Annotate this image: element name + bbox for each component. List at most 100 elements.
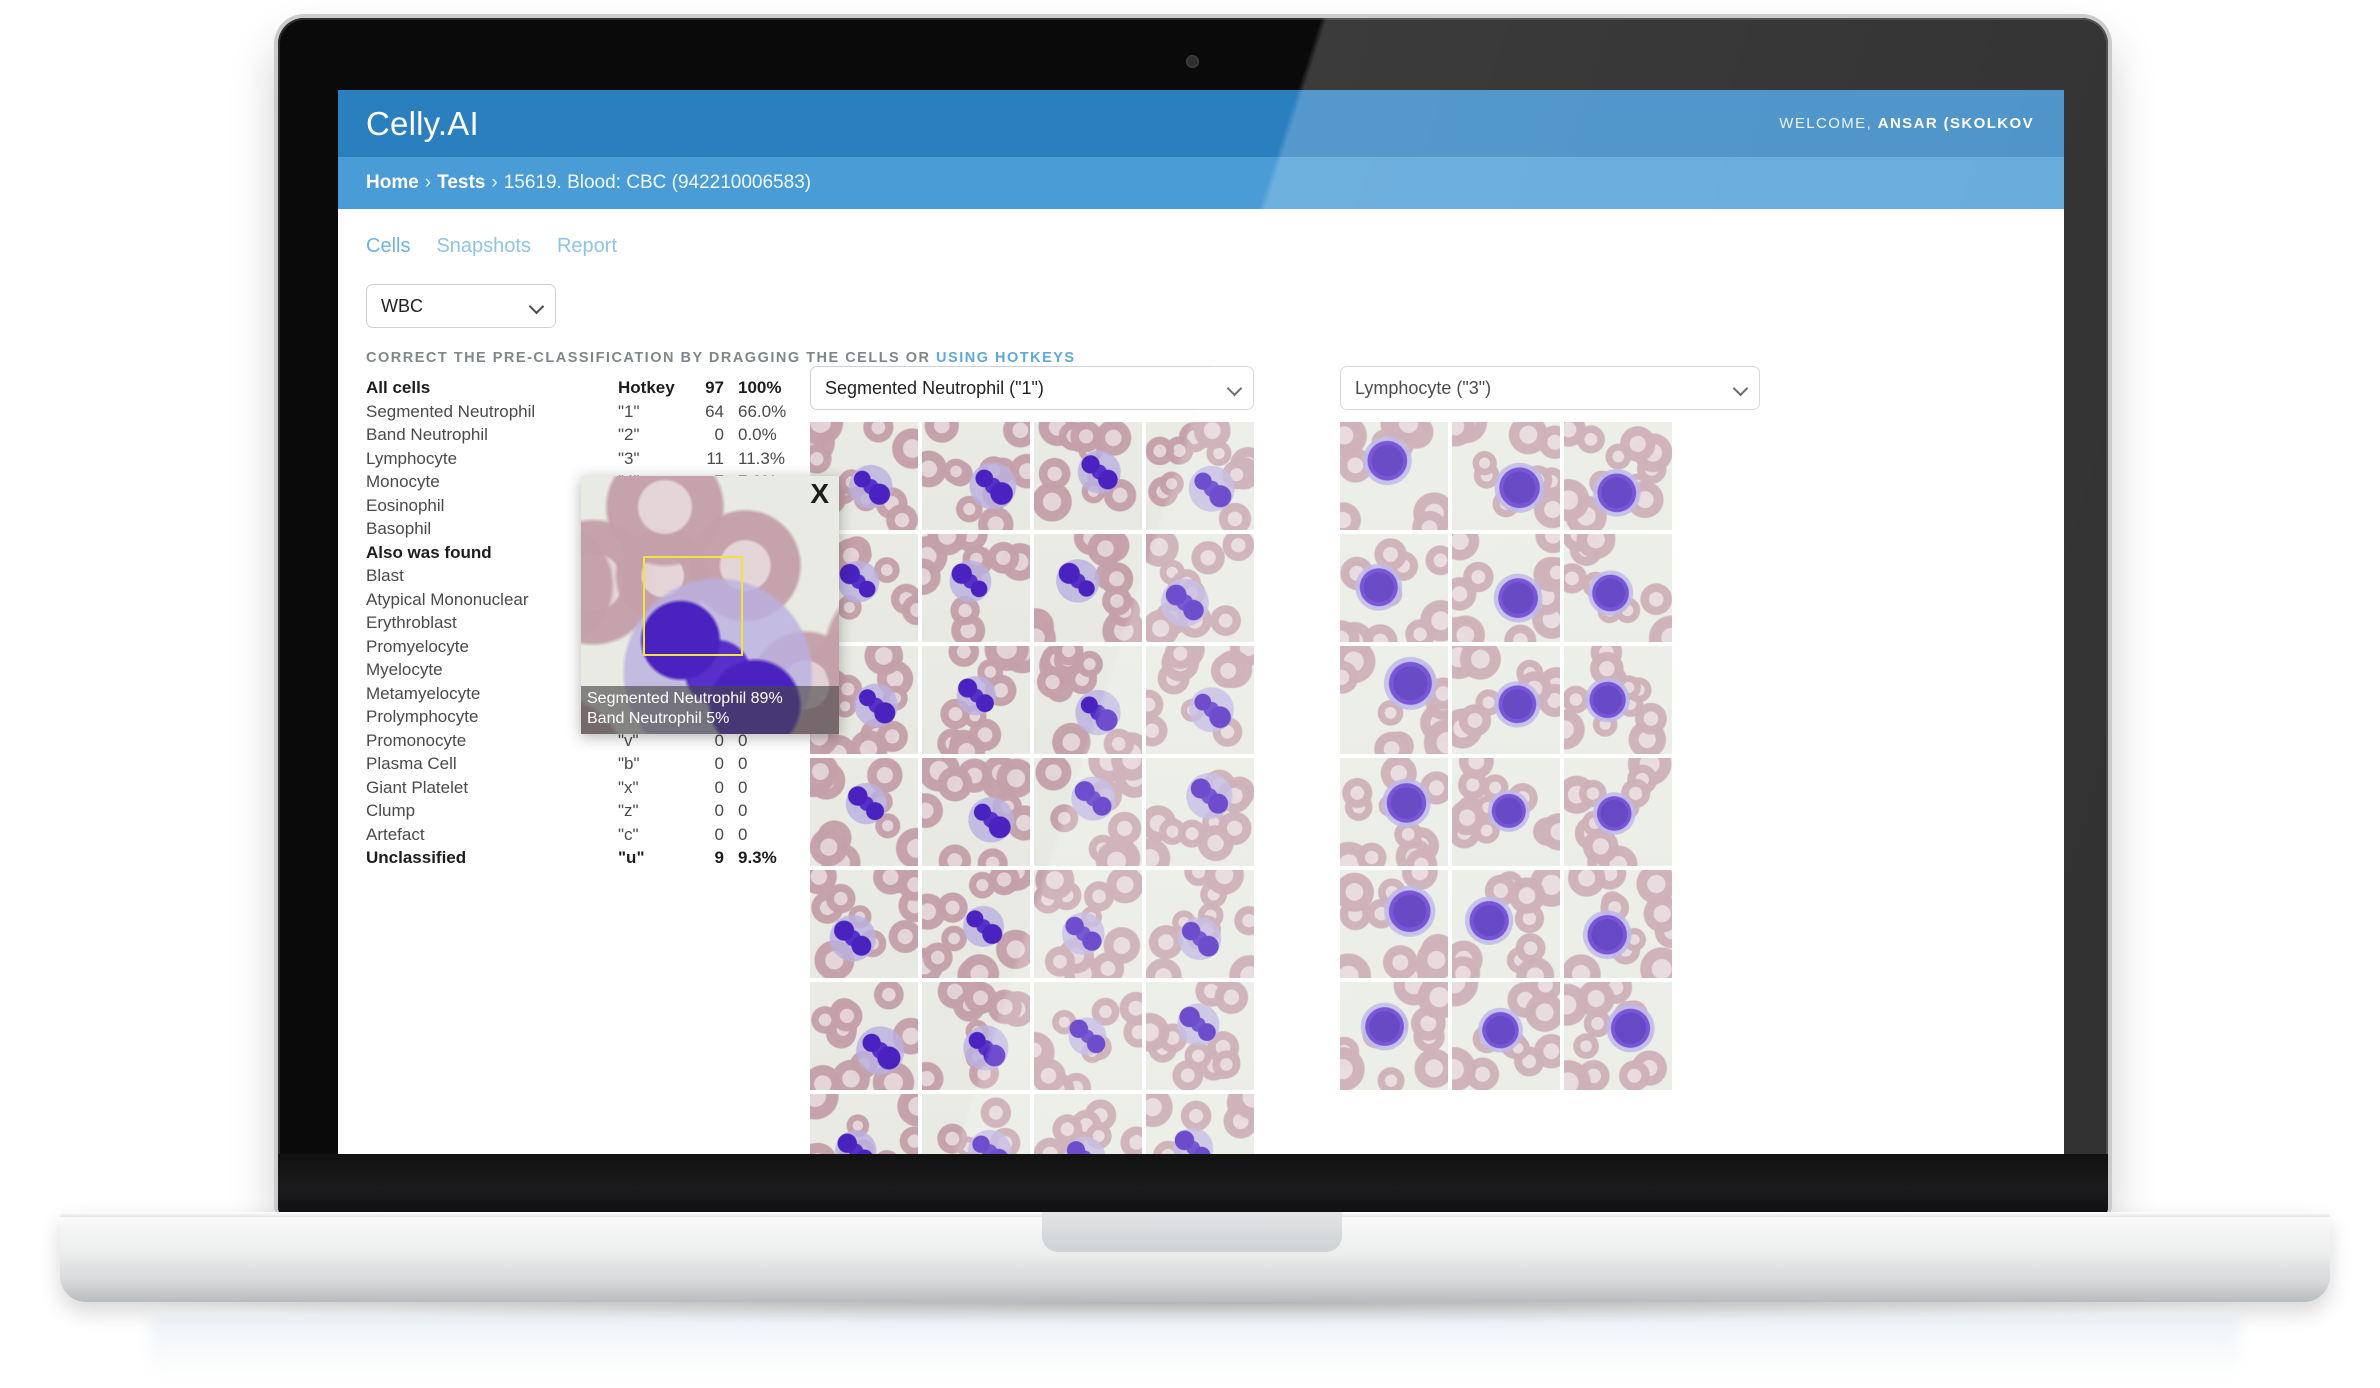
cell-class-percent: 66.0%: [738, 401, 787, 421]
laptop-reflection: [150, 1316, 2240, 1378]
cell-thumbnail[interactable]: [1146, 422, 1254, 530]
cell-image: [1564, 422, 1672, 530]
table-row[interactable]: Unclassified "u" 9 9.3%: [366, 848, 786, 872]
cell-thumbnail[interactable]: [1340, 646, 1448, 754]
cell-class-hotkey: "u": [618, 848, 645, 867]
cell-image: [1034, 758, 1142, 866]
table-row[interactable]: Lymphocyte "3" 11 11.3%: [366, 449, 786, 473]
tab-report[interactable]: Report: [557, 235, 617, 258]
cell-thumbnail[interactable]: [1452, 870, 1560, 978]
cell-thumbnail[interactable]: [1034, 758, 1142, 866]
cell-thumbnail[interactable]: [810, 870, 918, 978]
cell-zoom-popup[interactable]: X Segmented Neutrophil 89% Band Neutroph…: [581, 476, 839, 734]
cell-thumbnail[interactable]: [1034, 870, 1142, 978]
cell-image: [810, 870, 918, 978]
cell-thumbnail[interactable]: [810, 982, 918, 1090]
cell-class-hotkey: "z": [618, 801, 639, 820]
cell-class-percent: 9.3%: [738, 848, 777, 867]
cell-thumbnail[interactable]: [1452, 982, 1560, 1090]
cell-thumbnail[interactable]: [1340, 870, 1448, 978]
laptop-hinge: [278, 1154, 2108, 1216]
cell-thumbnail[interactable]: [1146, 534, 1254, 642]
cell-thumbnail[interactable]: [1452, 646, 1560, 754]
cell-image: [1034, 870, 1142, 978]
breadcrumb-bar: Home › Tests › 15619. Blood: CBC (9422100065…: [338, 157, 2064, 209]
cell-thumbnail[interactable]: [1452, 758, 1560, 866]
cell-thumbnail[interactable]: [1564, 870, 1672, 978]
cell-thumbnail[interactable]: [922, 982, 1030, 1090]
cell-class-percent: 0.0%: [738, 425, 777, 444]
cell-thumbnail[interactable]: [1340, 758, 1448, 866]
table-row[interactable]: Clump "z" 0 0: [366, 801, 786, 825]
cell-thumbnail[interactable]: [1564, 534, 1672, 642]
table-header-row: All cells Hotkey 97 100%: [366, 378, 786, 402]
cell-class-count: 0: [714, 754, 724, 773]
cell-thumbnail[interactable]: [1034, 982, 1142, 1090]
close-icon[interactable]: X: [810, 480, 829, 508]
breadcrumb-tests[interactable]: Tests: [437, 172, 485, 193]
table-row[interactable]: Artefact "c" 0 0: [366, 825, 786, 849]
cell-image: [1146, 534, 1254, 642]
cell-image: [922, 982, 1030, 1090]
cell-thumbnail[interactable]: [1452, 534, 1560, 642]
table-row[interactable]: Plasma Cell "b" 0 0: [366, 754, 786, 778]
cell-image: [1146, 422, 1254, 530]
cell-thumbnail[interactable]: [1146, 758, 1254, 866]
cell-image: [1340, 758, 1448, 866]
cell-thumbnail[interactable]: [1564, 982, 1672, 1090]
cell-thumbnail[interactable]: [922, 646, 1030, 754]
gallery-left-class-value: Segmented Neutrophil ("1"): [825, 377, 1044, 398]
table-row[interactable]: Segmented Neutrophil "1" 64 66.0%: [366, 402, 786, 426]
breadcrumb-home[interactable]: Home: [366, 172, 419, 193]
cell-thumbnail[interactable]: [1034, 422, 1142, 530]
cell-image: [810, 982, 918, 1090]
cell-image: [1146, 982, 1254, 1090]
cell-class-percent: 0: [738, 824, 748, 844]
cell-image: [1452, 422, 1560, 530]
cell-class-name: Unclassified: [366, 848, 467, 867]
cell-class-hotkey: "1": [618, 401, 640, 421]
gallery-right-class-select[interactable]: Lymphocyte ("3"): [1340, 366, 1760, 410]
app-header: Celly.AI WELCOME, ANSAR (SKOLKOV: [338, 90, 2064, 157]
cell-thumbnail[interactable]: [922, 534, 1030, 642]
panel-type-select[interactable]: WBC: [366, 284, 556, 328]
cell-image: [922, 534, 1030, 642]
cell-thumbnail[interactable]: [1564, 646, 1672, 754]
table-row[interactable]: Promonocyte "v" 0 0: [366, 731, 786, 755]
cell-thumbnail[interactable]: [1340, 534, 1448, 642]
cell-image: [1564, 646, 1672, 754]
cell-thumbnail[interactable]: [810, 758, 918, 866]
gallery-right-class-value: Lymphocyte ("3"): [1355, 377, 1492, 398]
header-percent: 100%: [738, 378, 782, 397]
cell-thumbnail[interactable]: [1340, 422, 1448, 530]
hotkeys-link[interactable]: USING HOTKEYS: [936, 350, 1076, 366]
cell-class-name: Band Neutrophil: [366, 425, 488, 444]
cell-thumbnail[interactable]: [1034, 646, 1142, 754]
cell-class-count: 0: [714, 801, 724, 820]
cell-image: [1146, 646, 1254, 754]
cell-class-hotkey: "c": [618, 824, 639, 844]
breadcrumb: Home › Tests › 15619. Blood: CBC (9422100065…: [366, 172, 811, 194]
tab-cells[interactable]: Cells: [366, 235, 410, 258]
cell-image: [1452, 982, 1560, 1090]
cell-thumbnail[interactable]: [1146, 646, 1254, 754]
cell-thumbnail[interactable]: [1564, 758, 1672, 866]
cell-thumbnail[interactable]: [1340, 982, 1448, 1090]
gallery-left-class-select[interactable]: Segmented Neutrophil ("1"): [810, 366, 1254, 410]
cell-thumbnail[interactable]: [1146, 982, 1254, 1090]
table-row[interactable]: Giant Platelet "x" 0 0: [366, 778, 786, 802]
gallery-segmented-neutrophil: Segmented Neutrophil ("1"): [810, 366, 1254, 1168]
cell-thumbnail[interactable]: [922, 422, 1030, 530]
cell-thumbnail[interactable]: [1564, 422, 1672, 530]
cell-thumbnail[interactable]: [922, 870, 1030, 978]
cell-thumbnail[interactable]: [1452, 422, 1560, 530]
cell-image: [1340, 870, 1448, 978]
table-row[interactable]: Band Neutrophil "2" 0 0.0%: [366, 425, 786, 449]
cell-image: [810, 758, 918, 866]
cell-image: [1564, 534, 1672, 642]
tab-snapshots[interactable]: Snapshots: [436, 235, 531, 258]
cell-thumbnail[interactable]: [1146, 870, 1254, 978]
cell-class-count: 64: [705, 401, 724, 421]
cell-thumbnail[interactable]: [922, 758, 1030, 866]
cell-thumbnail[interactable]: [1034, 534, 1142, 642]
